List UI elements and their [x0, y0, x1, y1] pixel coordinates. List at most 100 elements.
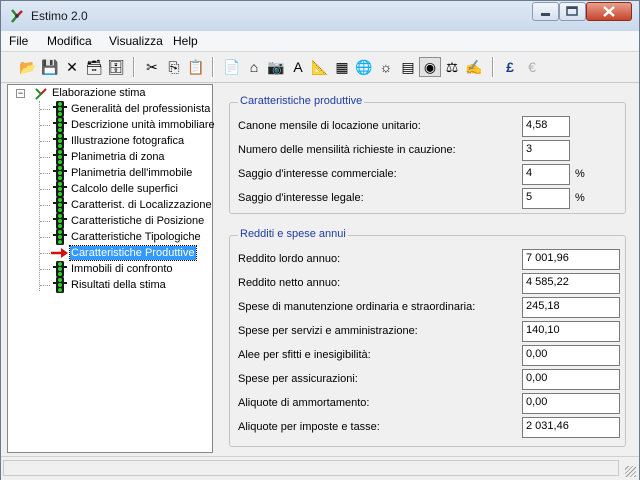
euro-icon: €	[528, 59, 536, 75]
redditi-input[interactable]: 0,00	[522, 393, 620, 414]
archive-open-button[interactable]: 🗃	[83, 57, 105, 77]
euro-button[interactable]: €	[521, 57, 543, 77]
archive-open-icon: 🗃	[85, 59, 103, 75]
title-bar[interactable]: Estimo 2.0	[1, 1, 639, 31]
tree-item[interactable]: Planimetria di zona	[40, 149, 214, 165]
redditi-label: Spese per servizi e amministrazione:	[238, 325, 418, 337]
caratteristiche-input[interactable]: 5	[522, 188, 570, 209]
menu-visualizza[interactable]: Visualizza	[109, 34, 163, 48]
tree-item[interactable]: Caratteristiche Produttive	[40, 245, 214, 261]
scales-icon: ⚖	[445, 59, 459, 75]
collapse-icon[interactable]: −	[16, 89, 25, 98]
redditi-input[interactable]: 0,00	[522, 369, 620, 390]
group-redditi-title: Redditi e spese annui	[238, 228, 348, 240]
tree-item[interactable]: Immobili di confronto	[40, 261, 214, 277]
redditi-input[interactable]: 4 585,22	[522, 273, 620, 294]
redditi-label: Spese per assicurazioni:	[238, 373, 358, 385]
globe-button[interactable]: 🌐	[353, 57, 375, 77]
detail-panel: Caratteristiche produttive Canone mensil…	[215, 84, 635, 453]
menu-bar: File Modifica Visualizza Help	[1, 31, 639, 52]
redditi-label: Aliquote per imposte e tasse:	[238, 421, 380, 433]
tree-item[interactable]: Calcolo delle superfici	[40, 181, 214, 197]
cut-icon: ✂	[146, 59, 158, 75]
tree-item-label: Immobili di confronto	[71, 263, 173, 275]
archive-save-button[interactable]: 🗄	[105, 57, 127, 77]
traffic-light-icon	[53, 165, 67, 181]
coins-icon: ◉	[423, 59, 437, 75]
redditi-input[interactable]: 7 001,96	[522, 249, 620, 270]
open-folder-icon: 📂	[19, 59, 37, 75]
redditi-input[interactable]: 140,10	[522, 321, 620, 342]
tree-branch-line	[40, 253, 50, 254]
traffic-light-icon	[53, 213, 67, 229]
tree-item[interactable]: Descrizione unità immobiliare	[40, 117, 215, 133]
ruler-button[interactable]: 📐	[309, 57, 331, 77]
window-title: Estimo 2.0	[31, 9, 88, 23]
caratteristiche-input[interactable]: 4	[522, 164, 570, 185]
open-folder-button[interactable]: 📂	[17, 57, 39, 77]
status-pane	[3, 460, 619, 476]
save-button[interactable]: 💾	[39, 57, 61, 77]
copy-button[interactable]: ⎘	[163, 57, 185, 77]
group-redditi: Redditi e spese annui Reddito lordo annu…	[229, 228, 626, 447]
resize-grip[interactable]	[625, 466, 636, 477]
grid-button[interactable]: ▤	[397, 57, 419, 77]
sun-icon: ☼	[379, 59, 393, 75]
menu-help[interactable]: Help	[173, 34, 198, 48]
tree-branch-line	[40, 237, 50, 238]
tree-branch-line	[40, 221, 50, 222]
tree-item[interactable]: Caratterist. di Localizzazione	[40, 197, 214, 213]
cut-button[interactable]: ✂	[141, 57, 163, 77]
tree-item-label: Caratterist. di Localizzazione	[71, 199, 212, 211]
restore-icon	[566, 6, 578, 16]
tree-item[interactable]: Generalità del professionista	[40, 101, 214, 117]
tree-item[interactable]: Caratteristiche di Posizione	[40, 213, 214, 229]
document-button[interactable]: 📄	[221, 57, 243, 77]
maximize-button[interactable]	[559, 2, 586, 21]
toolbar-separator	[133, 57, 135, 77]
tree-item[interactable]: Planimetria dell'immobile	[40, 165, 214, 181]
scales-button[interactable]: ⚖	[441, 57, 463, 77]
redditi-input[interactable]: 2 031,46	[522, 417, 620, 438]
caratteristiche-label: Canone mensile di locazione unitario:	[238, 120, 421, 132]
tree-item-label: Caratteristiche Tipologiche	[71, 231, 201, 243]
caratteristiche-input[interactable]: 3	[522, 140, 570, 161]
tree-branch-line	[40, 173, 50, 174]
hand-button[interactable]: ✍	[463, 57, 485, 77]
pound-icon: £	[506, 59, 514, 75]
tree-item[interactable]: Caratteristiche Tipologiche	[40, 229, 214, 245]
menu-file[interactable]: File	[9, 34, 28, 48]
tree-item[interactable]: Illustrazione fotografica	[40, 133, 214, 149]
tree-branch-line	[40, 125, 50, 126]
camera-button[interactable]: 📷	[265, 57, 287, 77]
calculator-icon: ▦	[335, 59, 349, 75]
coins-button[interactable]: ◉	[419, 57, 441, 77]
redditi-label: Aliquote di ammortamento:	[238, 397, 370, 409]
caratteristiche-input[interactable]: 4,58	[522, 116, 570, 137]
ruler-icon: 📐	[311, 59, 329, 75]
redditi-input[interactable]: 245,18	[522, 297, 620, 318]
sun-button[interactable]: ☼	[375, 57, 397, 77]
tree-branch-line	[40, 205, 50, 206]
tree-branch-line	[40, 141, 50, 142]
globe-icon: 🌐	[355, 59, 373, 75]
calculator-button[interactable]: ▦	[331, 57, 353, 77]
caratteristiche-label: Numero delle mensilità richieste in cauz…	[238, 144, 456, 156]
redditi-label: Alee per sfitti e inesigibilità:	[238, 349, 371, 361]
tree-item-label: Caratteristiche Produttive	[69, 245, 197, 261]
house-button[interactable]: ⌂	[243, 57, 265, 77]
tree-item-label: Generalità del professionista	[71, 103, 211, 115]
paste-button[interactable]: 📋	[185, 57, 207, 77]
delete-button[interactable]: ✕	[61, 57, 83, 77]
tree-item-label: Planimetria di zona	[71, 151, 165, 163]
close-button[interactable]	[586, 2, 632, 21]
minimize-button[interactable]	[532, 2, 559, 21]
pound-button[interactable]: £	[499, 57, 521, 77]
redditi-input[interactable]: 0,00	[522, 345, 620, 366]
compass-button[interactable]: A	[287, 57, 309, 77]
tree-item-label: Caratteristiche di Posizione	[71, 215, 205, 227]
tree-item[interactable]: Risultati della stima	[40, 277, 214, 293]
menu-modifica[interactable]: Modifica	[47, 34, 92, 48]
tree-item-label: Descrizione unità immobiliare	[71, 119, 215, 131]
save-icon: 💾	[41, 59, 59, 75]
